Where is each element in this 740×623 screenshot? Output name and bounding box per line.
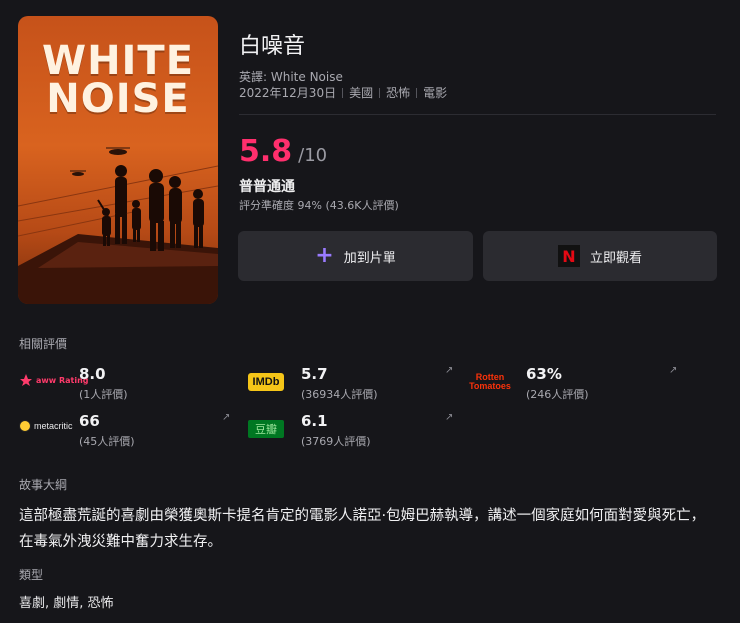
- synopsis-text: 這部極盡荒誕的喜劇由榮獲奧斯卡提名肯定的電影人諾亞·包姆巴赫執導，講述一個家庭如…: [19, 508, 706, 550]
- rating-count: (1人評價): [79, 388, 128, 401]
- rating-value: 66: [79, 412, 100, 430]
- score-max: /10: [298, 145, 328, 166]
- douban-logo: 豆瓣: [248, 420, 284, 438]
- rating-count: (246人評價): [526, 388, 589, 401]
- netflix-icon: N: [557, 245, 580, 267]
- movie-meta: 2022年12月30日 美國 恐怖 電影: [239, 84, 447, 101]
- rotten-tomatoes-logo: Rotten Tomatoes: [469, 372, 511, 391]
- country: 美國: [349, 86, 374, 100]
- meta-divider: [342, 87, 344, 98]
- release-date: 2022年12月30日: [239, 86, 337, 100]
- meta-divider: [416, 87, 418, 98]
- external-link-icon[interactable]: ↗: [669, 365, 677, 376]
- watch-now-label: 立即觀看: [589, 250, 642, 266]
- rating-value: 63%: [526, 365, 562, 383]
- genre-label: 類型: [19, 568, 44, 582]
- score: 5.8 /10: [239, 134, 327, 169]
- plus-icon: +: [315, 243, 334, 268]
- rating-rotten-tomatoes[interactable]: Rotten Tomatoes 63% (246人評價) ↗: [466, 365, 677, 405]
- add-to-list-label: 加到片單: [343, 250, 396, 266]
- rating-count: (3769人評價): [301, 435, 371, 448]
- ratings-section-label: 相關評價: [19, 337, 68, 351]
- header-divider: [239, 114, 716, 115]
- score-value: 5.8: [239, 134, 293, 169]
- rating-imdb[interactable]: IMDb 5.7 (36934人評價) ↗: [248, 365, 453, 405]
- meta-divider: [379, 87, 381, 98]
- watch-now-button[interactable]: N 立即觀看: [483, 231, 717, 281]
- external-link-icon[interactable]: ↗: [222, 412, 230, 423]
- add-to-list-button[interactable]: + 加到片單: [238, 231, 473, 281]
- score-accuracy: 評分準確度 94% (43.6K人評價): [239, 199, 399, 212]
- rating-metacritic[interactable]: metacritic 66 (45人評價) ↗: [19, 412, 230, 452]
- media-type: 電影: [423, 86, 448, 100]
- rating-count: (45人評價): [79, 435, 135, 448]
- external-link-icon[interactable]: ↗: [445, 365, 453, 376]
- metacritic-logo: metacritic: [19, 420, 73, 432]
- genre-tag: 恐怖: [386, 86, 411, 100]
- metacritic-source: metacritic: [34, 421, 73, 431]
- rating-aww[interactable]: aww Rating 8.0 (1人評價): [19, 365, 219, 405]
- english-title: 英譯: White Noise: [239, 70, 343, 84]
- score-verdict: 普普通通: [239, 179, 295, 195]
- movie-poster: WHITE NOISE: [18, 16, 218, 304]
- rating-douban[interactable]: 豆瓣 6.1 (3769人評價) ↗: [248, 412, 453, 452]
- rating-count: (36934人評價): [301, 388, 378, 401]
- imdb-logo: IMDb: [248, 373, 284, 391]
- movie-title: 白噪音: [239, 34, 306, 59]
- rating-value: 6.1: [301, 412, 328, 430]
- genre-list: 喜劇, 劇情, 恐怖: [19, 596, 114, 611]
- synopsis-label: 故事大綱: [19, 478, 68, 492]
- metacritic-icon: [19, 420, 31, 432]
- rating-value: 5.7: [301, 365, 328, 383]
- external-link-icon[interactable]: ↗: [445, 412, 453, 423]
- poster-title: WHITE NOISE: [41, 38, 195, 122]
- rating-value: 8.0: [79, 365, 106, 383]
